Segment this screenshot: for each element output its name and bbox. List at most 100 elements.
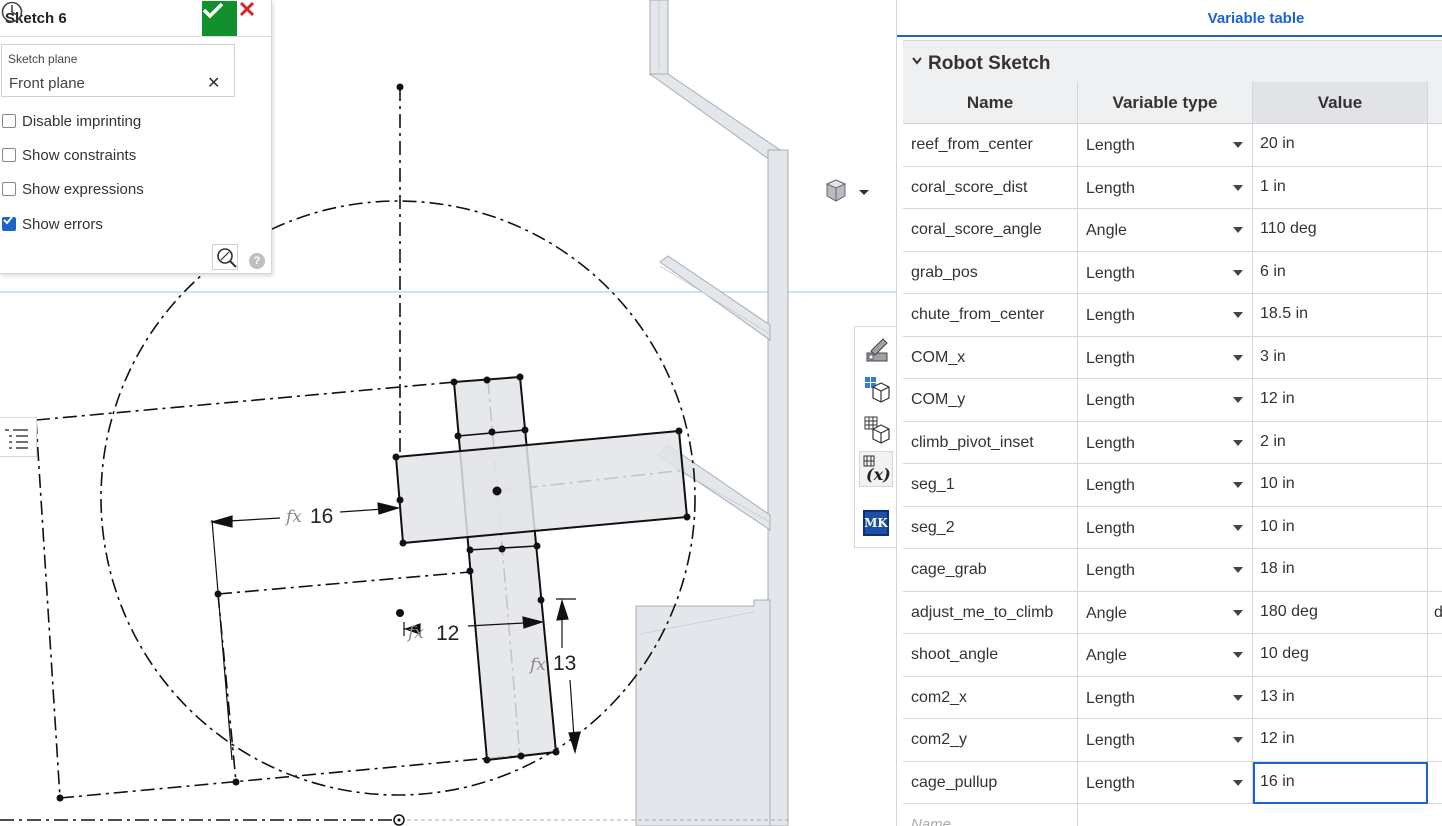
dropdown-caret-icon[interactable] <box>1233 652 1243 658</box>
table-row[interactable]: shoot_angle Angle 10 deg <box>903 634 1442 677</box>
table-row[interactable]: seg_1 Length 10 in <box>903 464 1442 507</box>
variable-description-cell[interactable] <box>1428 167 1442 209</box>
new-variable-name-input[interactable]: Name <box>903 804 1078 826</box>
table-row[interactable]: cage_pullup Length 16 in <box>903 761 1442 804</box>
variable-type-select[interactable]: Length <box>1078 379 1253 422</box>
dropdown-caret-icon[interactable] <box>1233 609 1243 616</box>
variable-type-select[interactable]: Length <box>1078 506 1253 549</box>
variable-type-select[interactable]: Length <box>1078 549 1253 592</box>
variable-type-select[interactable]: Length <box>1078 421 1253 464</box>
variable-name-cell[interactable]: COM_y <box>903 379 1078 422</box>
column-header-variable-type[interactable]: Variable type <box>1078 82 1253 124</box>
variable-value-cell[interactable]: 3 in <box>1253 336 1428 379</box>
chevron-down-icon[interactable] <box>911 55 923 67</box>
history-icon[interactable] <box>0 0 24 24</box>
variable-description-cell[interactable] <box>1428 379 1442 422</box>
variable-name-cell[interactable]: chute_from_center <box>903 294 1078 337</box>
variable-group-header[interactable]: Robot Sketch <box>903 40 1442 82</box>
clear-plane-icon[interactable]: ✕ <box>207 73 220 93</box>
variable-name-cell[interactable]: COM_x <box>903 336 1078 379</box>
table-row[interactable]: chute_from_center Length 18.5 in <box>903 294 1442 337</box>
sketch-canvas[interactable]: fx fx fx 16 12 13 Front Z X <box>0 0 896 826</box>
variable-name-cell[interactable]: reef_from_center <box>903 124 1078 167</box>
variable-value-cell[interactable]: 18.5 in <box>1253 294 1428 337</box>
variable-type-select[interactable]: Length <box>1078 464 1253 507</box>
variable-value-cell[interactable]: 10 in <box>1253 506 1428 549</box>
sketch-inspect-icon[interactable] <box>212 244 238 270</box>
variable-value-cell[interactable]: 2 in <box>1253 421 1428 464</box>
dropdown-caret-icon[interactable] <box>1233 312 1243 318</box>
variable-value-cell[interactable]: 10 deg <box>1253 634 1428 677</box>
variable-description-cell[interactable] <box>1428 422 1442 464</box>
dropdown-caret-icon[interactable] <box>1233 142 1243 148</box>
variable-name-cell[interactable]: grab_pos <box>903 251 1078 294</box>
variable-table-icon[interactable]: (x) <box>859 451 893 487</box>
variable-name-cell[interactable]: seg_2 <box>903 506 1078 549</box>
sketch-plane-field[interactable]: Sketch plane Front plane ✕ <box>1 44 235 97</box>
variable-type-select[interactable]: Angle <box>1078 209 1253 252</box>
variable-value-input-active[interactable]: 16 in <box>1253 761 1428 804</box>
checkbox-box-checked[interactable] <box>2 216 16 231</box>
show-expressions-checkbox[interactable]: Show expressions <box>2 179 144 199</box>
dropdown-caret-icon[interactable] <box>1233 567 1243 573</box>
dropdown-caret-icon[interactable] <box>1233 482 1243 488</box>
parts-grid-icon[interactable] <box>859 371 893 407</box>
variable-type-select[interactable]: Length <box>1078 251 1253 294</box>
column-header-name[interactable]: Name <box>903 82 1078 124</box>
table-row[interactable]: coral_score_angle Angle 110 deg <box>903 209 1442 252</box>
variable-value-cell[interactable]: 13 in <box>1253 676 1428 719</box>
variable-value-cell[interactable]: 6 in <box>1253 251 1428 294</box>
variable-name-cell[interactable]: coral_score_angle <box>903 209 1078 252</box>
variable-value-cell[interactable]: 18 in <box>1253 549 1428 592</box>
variable-type-select[interactable]: Angle <box>1078 634 1253 677</box>
variable-description-cell[interactable] <box>1428 337 1442 379</box>
dropdown-caret-icon[interactable] <box>1233 439 1243 446</box>
table-row[interactable]: climb_pivot_inset Length 2 in <box>903 421 1442 464</box>
variable-name-cell[interactable]: com2_y <box>903 719 1078 762</box>
configuration-icon[interactable] <box>859 411 893 447</box>
dropdown-caret-icon[interactable] <box>1233 227 1243 233</box>
variable-type-select[interactable]: Length <box>1078 294 1253 337</box>
table-row[interactable]: coral_score_dist Length 1 in <box>903 166 1442 209</box>
variable-description-cell[interactable] <box>1428 677 1442 719</box>
variable-name-cell[interactable]: com2_x <box>903 676 1078 719</box>
dropdown-caret-icon[interactable] <box>1233 524 1243 531</box>
variable-table-tab[interactable]: Variable table <box>897 0 1442 37</box>
variable-description-cell[interactable] <box>1428 634 1442 677</box>
appearance-icon[interactable] <box>859 331 893 367</box>
variable-name-cell[interactable]: shoot_angle <box>903 634 1078 677</box>
disable-imprinting-checkbox[interactable]: Disable imprinting <box>2 111 141 131</box>
variable-type-select[interactable]: Length <box>1078 166 1253 209</box>
checkbox-box[interactable] <box>2 148 16 162</box>
variable-type-select[interactable]: Length <box>1078 336 1253 379</box>
dropdown-caret-icon[interactable] <box>1233 737 1243 743</box>
dropdown-caret-icon[interactable] <box>1233 269 1243 276</box>
table-row[interactable]: reef_from_center Length 20 in <box>903 124 1442 167</box>
variable-description-cell[interactable] <box>1428 464 1442 507</box>
variable-description-cell[interactable]: d <box>1428 592 1442 634</box>
variable-name-cell[interactable]: seg_1 <box>903 464 1078 507</box>
variable-description-cell[interactable] <box>1428 209 1442 252</box>
variable-name-cell[interactable]: cage_grab <box>903 549 1078 592</box>
table-row[interactable]: COM_y Length 12 in <box>903 379 1442 422</box>
table-row[interactable]: grab_pos Length 6 in <box>903 251 1442 294</box>
feature-list-button[interactable] <box>0 417 37 457</box>
checkbox-box[interactable] <box>2 114 16 128</box>
variable-value-cell[interactable]: 180 deg <box>1253 591 1428 634</box>
variable-description-cell[interactable] <box>1428 507 1442 549</box>
variable-description-cell[interactable] <box>1428 294 1442 337</box>
view-mode-dropdown[interactable] <box>823 179 873 205</box>
variable-value-cell[interactable]: 20 in <box>1253 124 1428 167</box>
column-header-value[interactable]: Value <box>1253 82 1428 124</box>
cancel-button[interactable] <box>239 1 271 36</box>
dropdown-caret-icon[interactable] <box>1233 779 1243 786</box>
show-constraints-checkbox[interactable]: Show constraints <box>2 145 136 165</box>
dropdown-caret-icon[interactable] <box>1233 694 1243 701</box>
mk-app-icon[interactable]: MK <box>859 505 893 541</box>
variable-value-cell[interactable]: 110 deg <box>1253 209 1428 252</box>
variable-description-cell[interactable] <box>1428 252 1442 294</box>
table-row[interactable]: com2_y Length 12 in <box>903 719 1442 762</box>
variable-type-select[interactable]: Length <box>1078 719 1253 762</box>
dropdown-caret-icon[interactable] <box>1233 397 1243 403</box>
table-row[interactable]: com2_x Length 13 in <box>903 676 1442 719</box>
